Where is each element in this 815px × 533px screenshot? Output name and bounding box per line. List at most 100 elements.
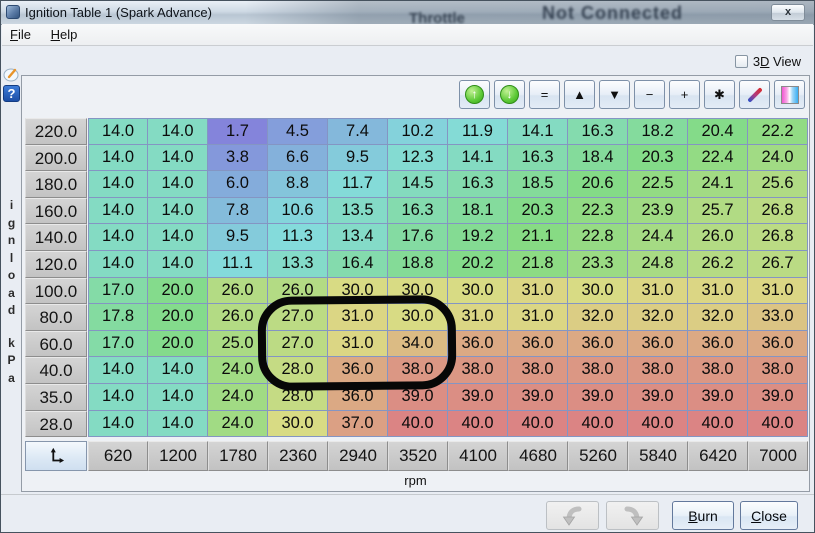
close-button[interactable]: Close [740,501,798,530]
table-cell[interactable]: 31.0 [508,277,568,305]
table-cell[interactable]: 18.5 [508,171,568,198]
rpm-column-header[interactable]: 620 [88,441,148,472]
rpm-column-header[interactable]: 5260 [568,441,628,472]
rpm-column-header[interactable]: 2360 [268,441,328,472]
table-cell[interactable]: 14.0 [148,144,208,172]
table-cell[interactable]: 37.0 [328,410,388,438]
table-cell[interactable]: 26.7 [748,250,808,278]
load-row-header[interactable]: 180.0 [25,171,87,198]
table-cell[interactable]: 11.3 [268,224,328,251]
table-cell[interactable]: 14.1 [508,118,568,145]
table-cell[interactable]: 11.7 [328,171,388,198]
table-cell[interactable]: 31.0 [508,304,568,331]
table-cell[interactable]: 14.0 [148,118,208,145]
table-cell[interactable]: 20.3 [508,197,568,225]
table-cell[interactable]: 39.0 [568,383,628,411]
table-cell[interactable]: 33.0 [748,304,808,331]
table-cell[interactable]: 14.0 [88,383,148,411]
table-cell[interactable]: 14.0 [148,410,208,438]
table-cell[interactable]: 39.0 [508,383,568,411]
table-cell[interactable]: 20.2 [448,250,508,278]
table-cell[interactable]: 38.0 [448,357,508,384]
rpm-column-header[interactable]: 7000 [748,441,808,472]
table-cell[interactable]: 24.4 [628,224,688,251]
heatmap-toggle-button[interactable] [774,80,805,109]
table-cell[interactable]: 26.0 [688,224,748,251]
table-cell[interactable]: 10.2 [388,118,448,145]
table-cell[interactable]: 27.0 [268,304,328,331]
table-cell[interactable]: 22.2 [748,118,808,145]
table-cell[interactable]: 14.0 [148,383,208,411]
table-cell[interactable]: 24.0 [208,383,268,411]
table-cell[interactable]: 21.1 [508,224,568,251]
table-cell[interactable]: 38.0 [628,357,688,384]
table-cell[interactable]: 24.1 [688,171,748,198]
table-cell[interactable]: 22.4 [688,144,748,172]
table-cell[interactable]: 25.0 [208,330,268,358]
table-cell[interactable]: 38.0 [688,357,748,384]
load-row-header[interactable]: 140.0 [25,224,87,251]
table-cell[interactable]: 40.0 [388,410,448,438]
table-cell[interactable]: 14.0 [148,171,208,198]
table-cell[interactable]: 40.0 [628,410,688,438]
table-cell[interactable]: 18.4 [568,144,628,172]
table-cell[interactable]: 32.0 [688,304,748,331]
table-cell[interactable]: 38.0 [508,357,568,384]
load-row-header[interactable]: 60.0 [25,330,87,358]
table-cell[interactable]: 16.3 [568,118,628,145]
table-cell[interactable]: 17.0 [88,277,148,305]
table-cell[interactable]: 39.0 [388,383,448,411]
table-cell[interactable]: 30.0 [268,410,328,438]
table-cell[interactable]: 34.0 [388,330,448,358]
table-cell[interactable]: 25.7 [688,197,748,225]
table-cell[interactable]: 9.5 [328,144,388,172]
table-cell[interactable]: 14.0 [88,197,148,225]
table-cell[interactable]: 30.0 [568,277,628,305]
table-cell[interactable]: 23.9 [628,197,688,225]
table-cell[interactable]: 26.8 [748,224,808,251]
table-cell[interactable]: 3.8 [208,144,268,172]
table-cell[interactable]: 13.3 [268,250,328,278]
table-cell[interactable]: 14.0 [88,410,148,438]
load-row-header[interactable]: 200.0 [25,144,87,172]
shift-values-down-button[interactable]: ↓ [494,80,525,109]
table-cell[interactable]: 17.8 [88,304,148,331]
table-cell[interactable]: 28.0 [268,357,328,384]
rpm-column-header[interactable]: 3520 [388,441,448,472]
table-cell[interactable]: 22.3 [568,197,628,225]
table-cell[interactable]: 14.0 [148,357,208,384]
table-cell[interactable]: 31.0 [628,277,688,305]
table-cell[interactable]: 14.0 [88,171,148,198]
shift-values-up-button[interactable]: ↑ [459,80,490,109]
undo-button[interactable] [546,501,599,530]
table-cell[interactable]: 14.0 [148,250,208,278]
table-cell[interactable]: 40.0 [568,410,628,438]
table-cell[interactable]: 26.0 [268,277,328,305]
table-cell[interactable]: 30.0 [448,277,508,305]
table-cell[interactable]: 17.0 [88,330,148,358]
table-cell[interactable]: 38.0 [748,357,808,384]
load-row-header[interactable]: 28.0 [25,410,87,438]
table-cell[interactable]: 23.3 [568,250,628,278]
minus-button[interactable]: − [634,80,665,109]
rpm-column-header[interactable]: 2940 [328,441,388,472]
plus-button[interactable]: + [669,80,700,109]
table-cell[interactable]: 20.4 [688,118,748,145]
table-cell[interactable]: 30.0 [328,277,388,305]
table-cell[interactable]: 16.3 [448,171,508,198]
help-icon[interactable]: ? [3,85,20,102]
table-cell[interactable]: 20.6 [568,171,628,198]
rpm-column-header[interactable]: 6420 [688,441,748,472]
table-cell[interactable]: 31.0 [748,277,808,305]
table-cell[interactable]: 7.8 [208,197,268,225]
table-cell[interactable]: 18.8 [388,250,448,278]
table-cell[interactable]: 14.5 [388,171,448,198]
table-cell[interactable]: 31.0 [328,330,388,358]
table-cell[interactable]: 26.2 [688,250,748,278]
table-cell[interactable]: 11.9 [448,118,508,145]
table-cell[interactable]: 26.8 [748,197,808,225]
table-cell[interactable]: 24.0 [748,144,808,172]
table-cell[interactable]: 16.4 [328,250,388,278]
table-cell[interactable]: 30.0 [388,304,448,331]
rpm-column-header[interactable]: 1200 [148,441,208,472]
